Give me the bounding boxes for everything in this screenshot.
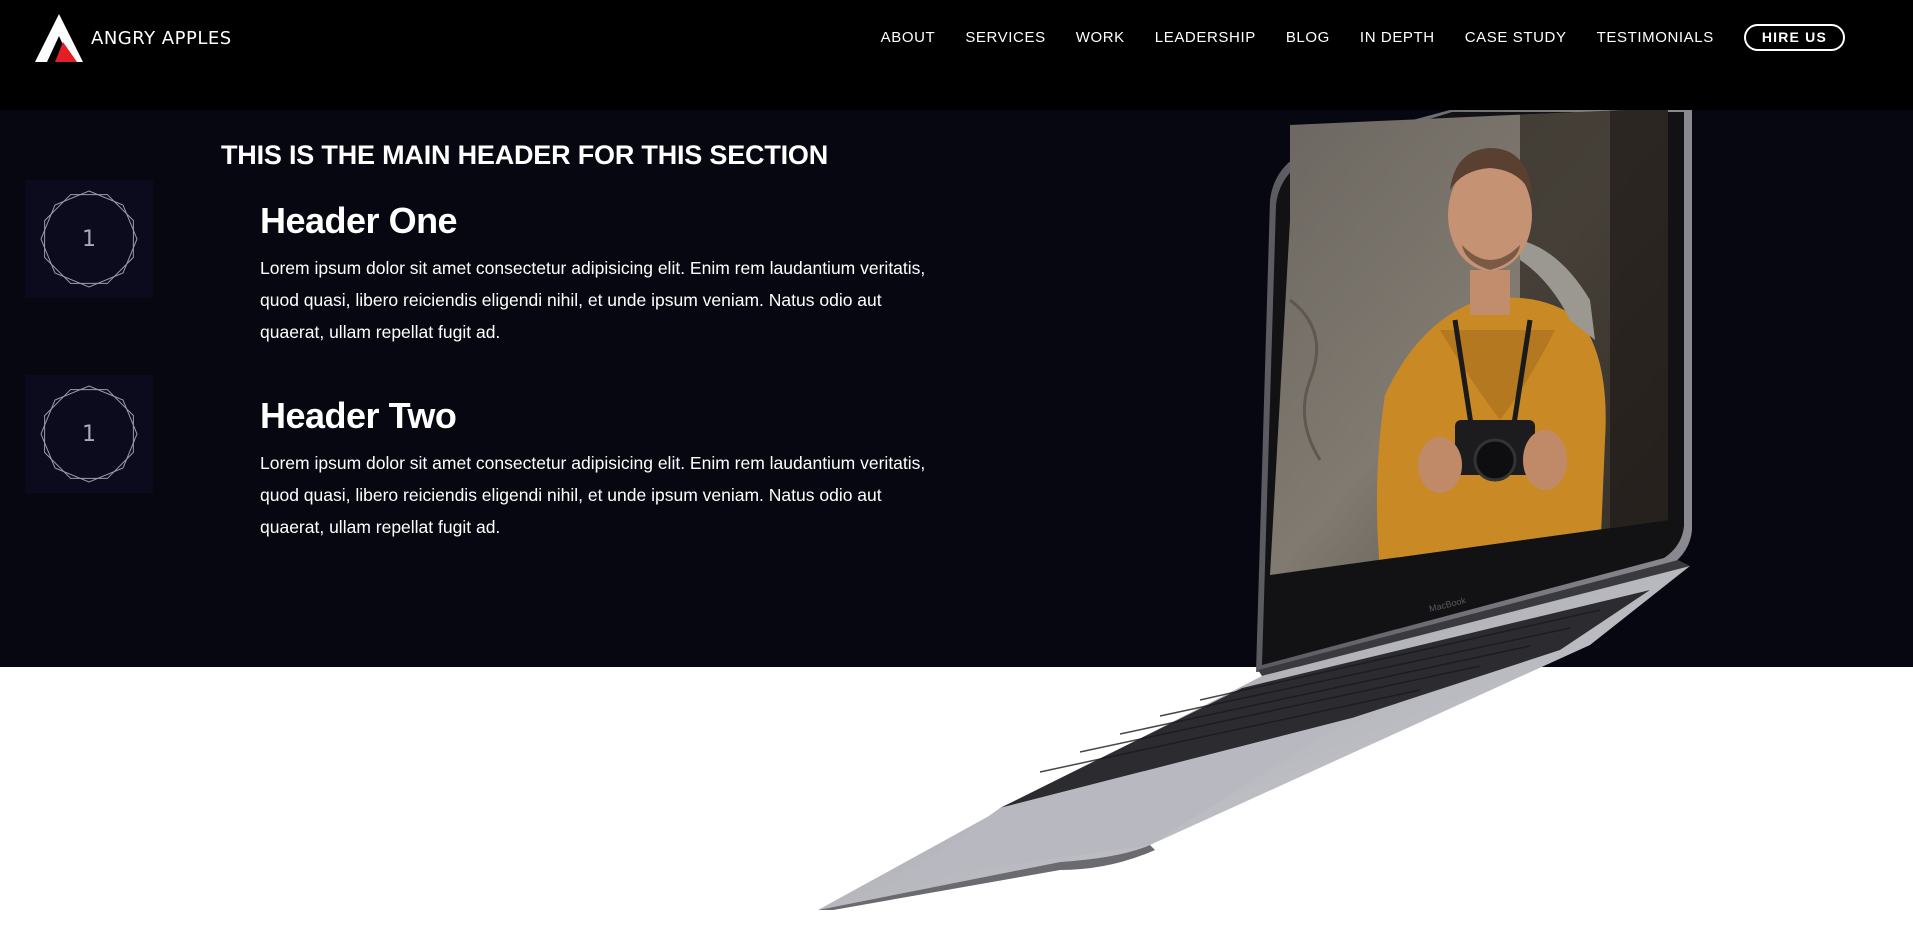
hire-us-button[interactable]: HIRE US bbox=[1743, 23, 1845, 51]
brand-name: ANGRY APPLES bbox=[91, 27, 232, 49]
nav-link-services[interactable]: SERVICES bbox=[965, 29, 1045, 46]
top-navbar: ANGRY APPLES ABOUT SERVICES WORK LEADERS… bbox=[0, 0, 1913, 110]
laptop-screen bbox=[1270, 110, 1668, 575]
feature-number: 1 bbox=[82, 421, 96, 447]
laptop-illustration: MacBook bbox=[818, 110, 1692, 910]
brand-home-link[interactable]: ANGRY APPLES bbox=[33, 12, 232, 64]
nav-link-in-depth[interactable]: IN DEPTH bbox=[1360, 29, 1435, 46]
feature-badge-2: 1 bbox=[25, 375, 153, 493]
landing-page: ANGRY APPLES ABOUT SERVICES WORK LEADERS… bbox=[0, 0, 1913, 934]
nav-link-blog[interactable]: BLOG bbox=[1286, 29, 1330, 46]
nav-link-testimonials[interactable]: TESTIMONIALS bbox=[1597, 29, 1714, 46]
feature-number: 1 bbox=[82, 226, 96, 252]
nav-link-case-study[interactable]: CASE STUDY bbox=[1465, 29, 1567, 46]
main-nav: ABOUT SERVICES WORK LEADERSHIP BLOG IN D… bbox=[881, 23, 1913, 51]
nav-link-leadership[interactable]: LEADERSHIP bbox=[1155, 29, 1256, 46]
section-title: THIS IS THE MAIN HEADER FOR THIS SECTION bbox=[221, 140, 829, 170]
nav-link-work[interactable]: WORK bbox=[1076, 29, 1125, 46]
nav-link-about[interactable]: ABOUT bbox=[881, 29, 936, 46]
feature-badge-1: 1 bbox=[25, 180, 153, 298]
triangle-logo-icon bbox=[35, 14, 83, 62]
